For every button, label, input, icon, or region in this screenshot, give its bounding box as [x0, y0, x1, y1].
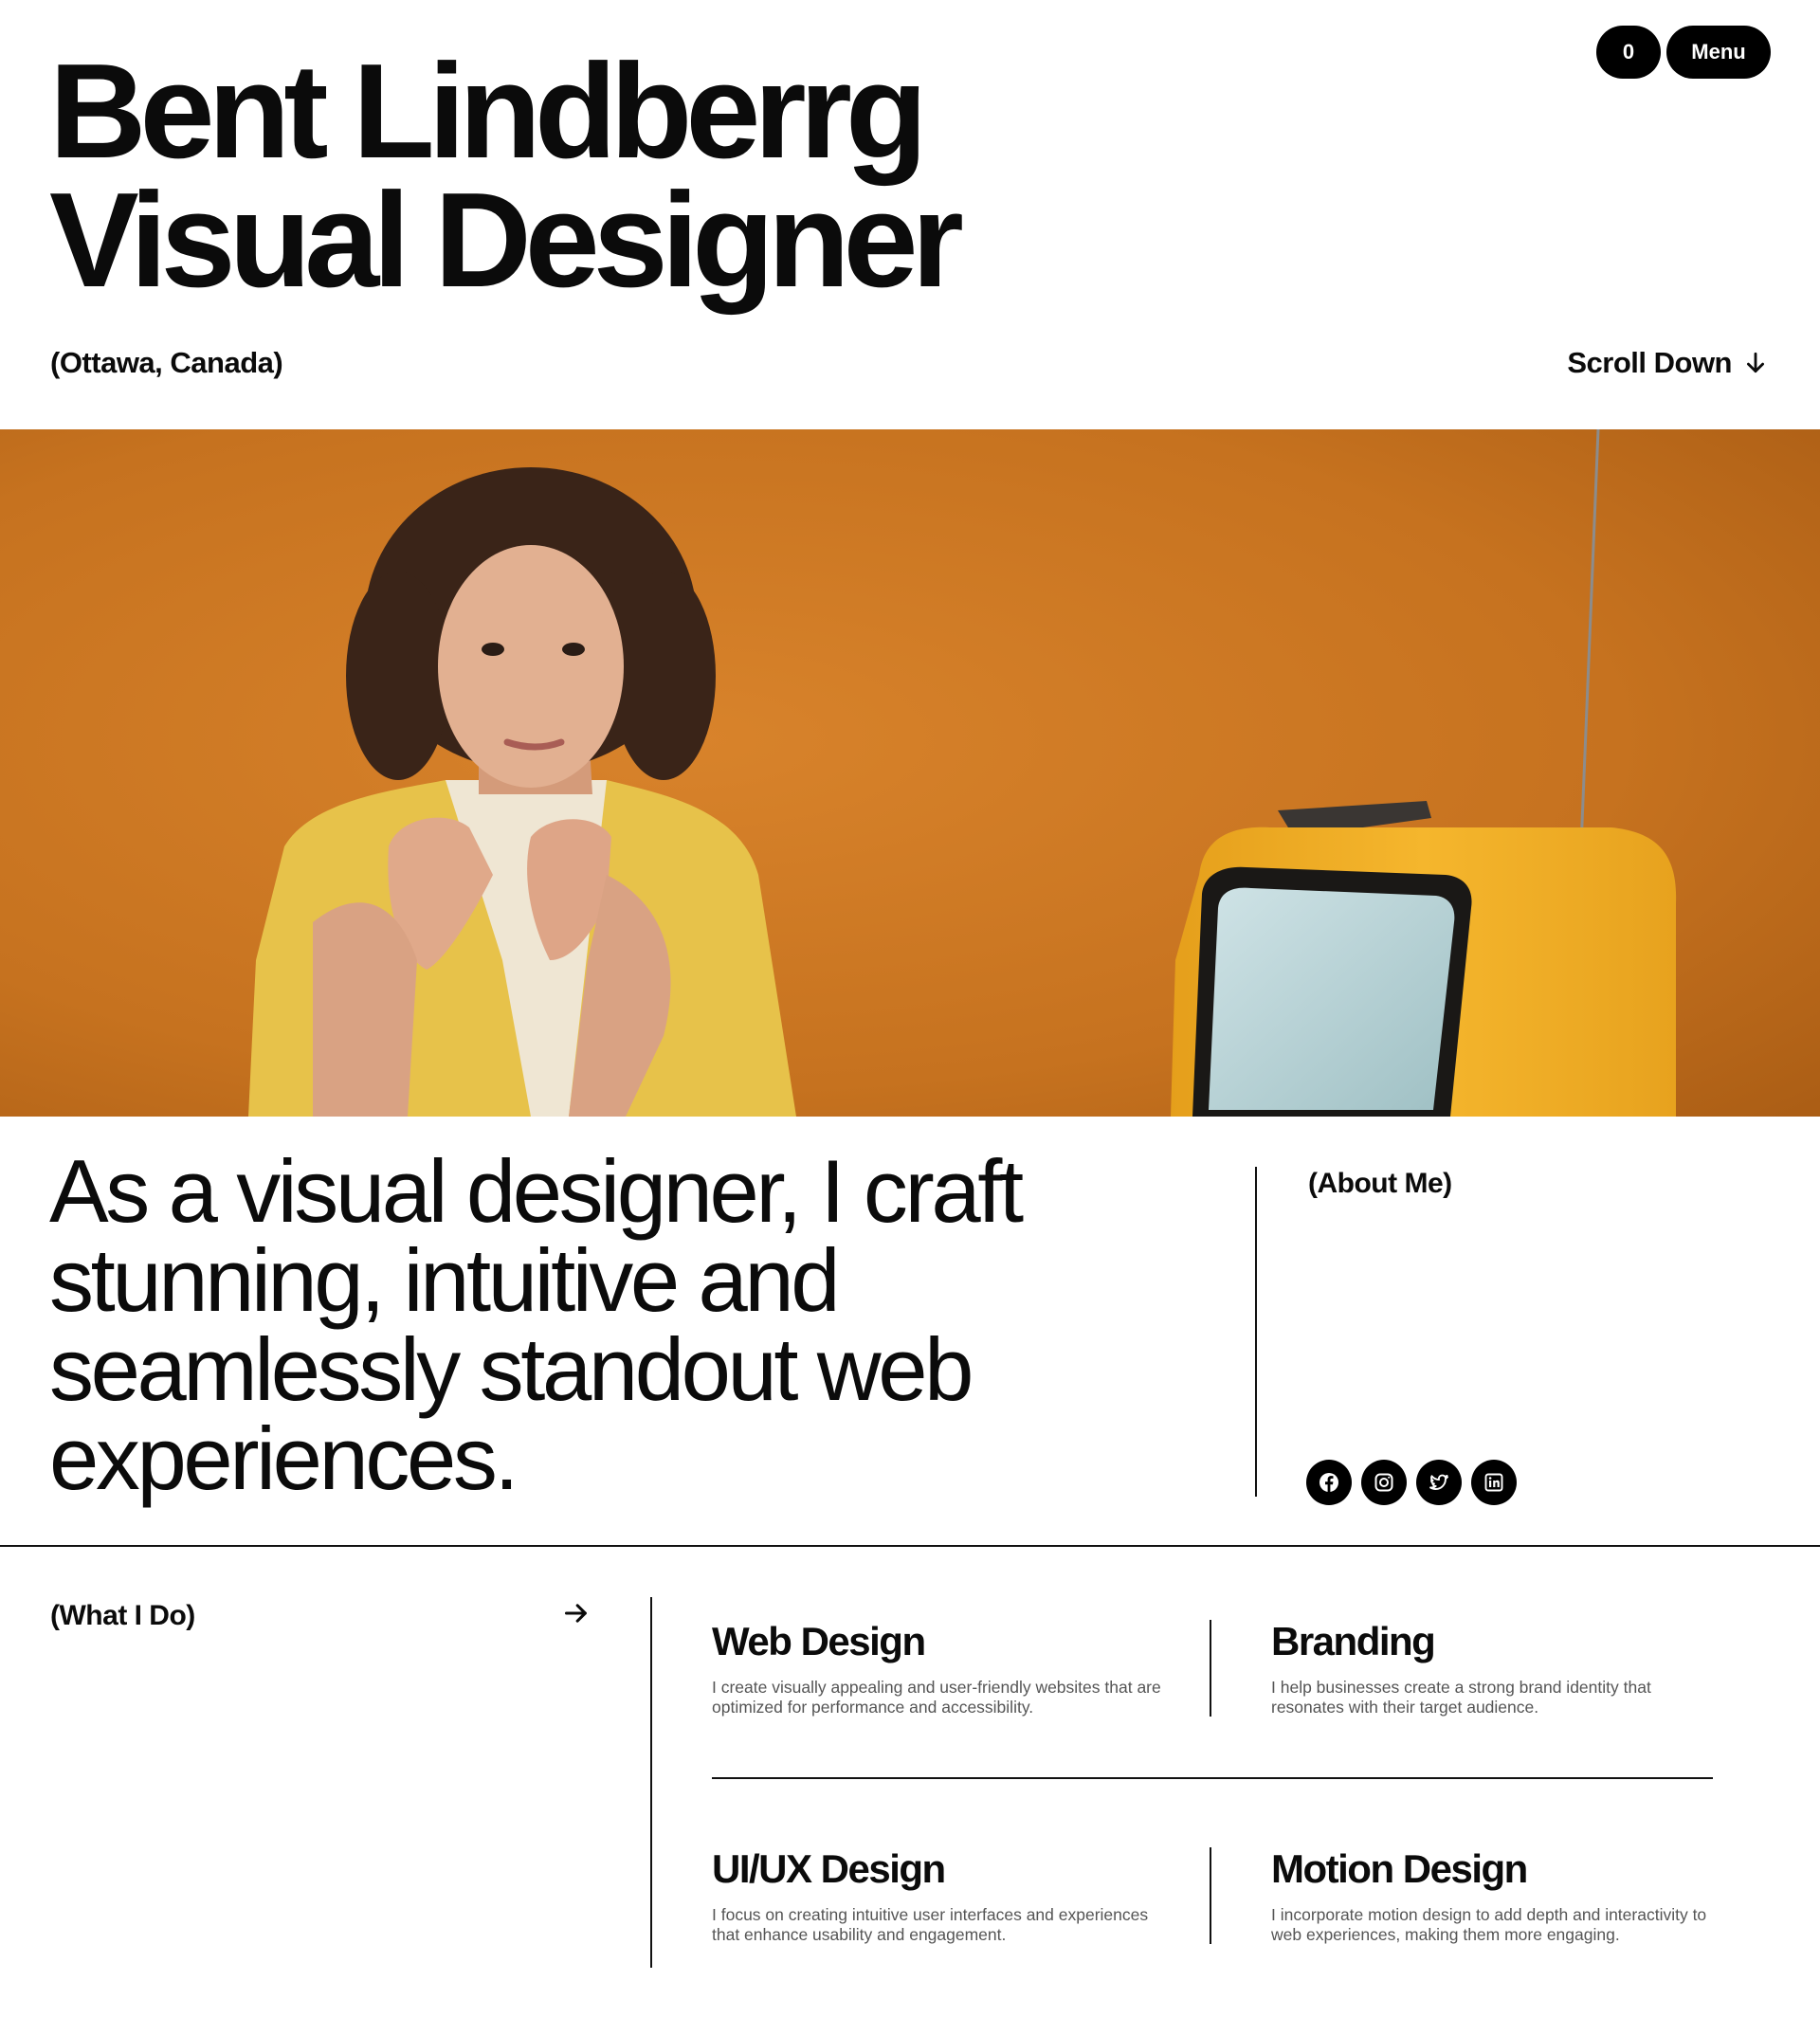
intro-statement: As a visual designer, I craft stunning, …	[49, 1141, 1024, 1508]
service-uiux-design: UI/UX Design I focus on creating intuiti…	[712, 1846, 1167, 1945]
service-title: Branding	[1271, 1619, 1436, 1663]
service-motion-design: Motion Design I incorporate motion desig…	[1271, 1846, 1726, 1945]
twitter-icon	[1429, 1474, 1448, 1490]
social-links	[1306, 1460, 1517, 1505]
scroll-down-link[interactable]: Scroll Down	[1567, 346, 1768, 380]
linkedin-icon	[1484, 1473, 1503, 1492]
arrow-down-icon	[1747, 352, 1764, 373]
facebook-icon	[1320, 1473, 1338, 1492]
service-column-divider	[1210, 1847, 1211, 1944]
scroll-down-label: Scroll Down	[1567, 346, 1732, 379]
about-divider	[1255, 1167, 1257, 1497]
service-web-design: Web Design I create visually appealing a…	[712, 1619, 1167, 1717]
linkedin-link[interactable]	[1471, 1460, 1517, 1505]
page-title: Bent Lindberrg Visual Designer	[49, 36, 964, 316]
menu-button[interactable]: Menu	[1666, 26, 1771, 79]
arrow-right-icon[interactable]	[563, 1600, 590, 1626]
location-label: (Ottawa, Canada)	[50, 346, 283, 379]
service-title: UI/UX Design	[712, 1846, 946, 1891]
service-description: I incorporate motion design to add depth…	[1271, 1905, 1707, 1944]
about-label: (About Me)	[1308, 1168, 1452, 1199]
section-divider	[0, 1545, 1820, 1547]
facebook-link[interactable]	[1306, 1460, 1352, 1505]
title-role: Visual Designer	[49, 165, 964, 316]
service-title: Web Design	[712, 1619, 926, 1663]
cart-count-button[interactable]: 0	[1596, 26, 1661, 79]
title-name: Bent Lindberrg	[49, 36, 928, 187]
hero-photo	[0, 429, 1820, 1117]
instagram-link[interactable]	[1361, 1460, 1407, 1505]
twitter-link[interactable]	[1416, 1460, 1462, 1505]
service-description: I focus on creating intuitive user inter…	[712, 1905, 1149, 1944]
service-branding: Branding I help businesses create a stro…	[1271, 1619, 1726, 1717]
service-description: I create visually appealing and user-fri…	[712, 1678, 1161, 1717]
services-row-divider	[712, 1777, 1713, 1779]
service-title: Motion Design	[1271, 1846, 1528, 1891]
service-column-divider	[1210, 1620, 1211, 1717]
services-label: (What I Do)	[50, 1600, 195, 1631]
hero-photo-illustration	[0, 429, 1820, 1117]
service-description: I help businesses create a strong brand …	[1271, 1678, 1651, 1717]
instagram-icon	[1374, 1473, 1393, 1492]
top-actions: 0 Menu	[1596, 26, 1771, 79]
services-divider	[650, 1597, 652, 1968]
